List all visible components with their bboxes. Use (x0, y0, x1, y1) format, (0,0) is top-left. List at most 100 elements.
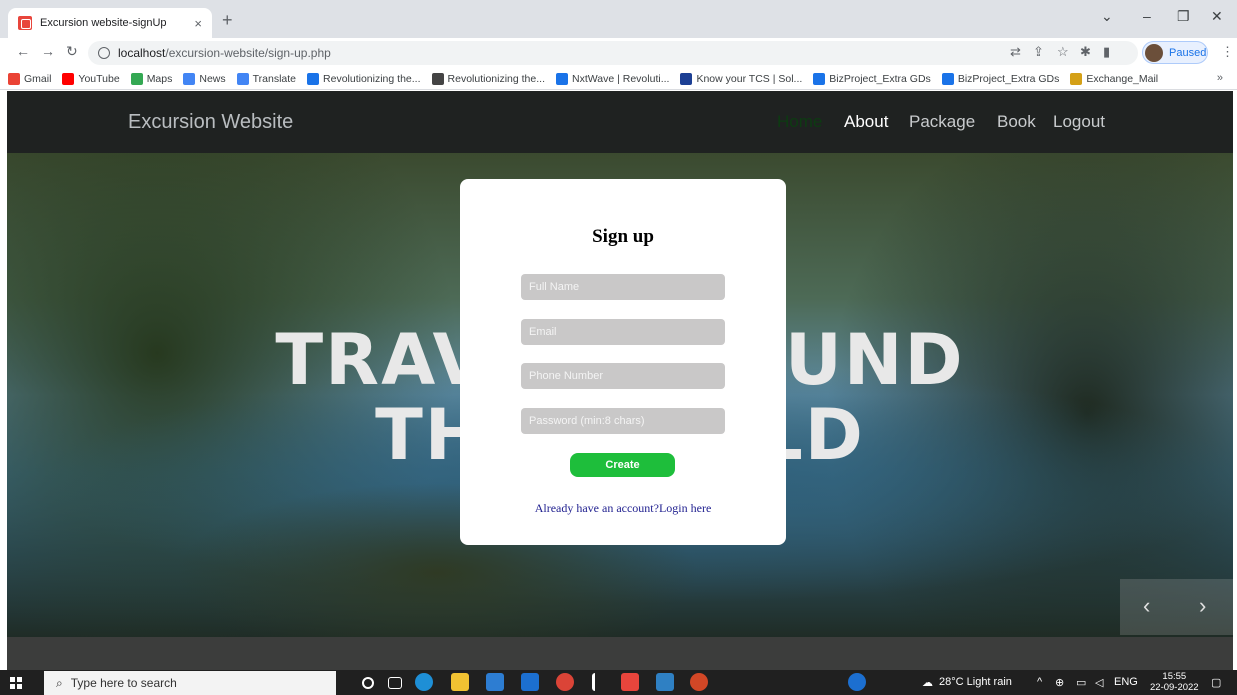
bookmark-item[interactable]: Exchange_Mail (1070, 72, 1158, 85)
bookmark-label: NxtWave | Revoluti... (572, 72, 670, 85)
bookmark-label: Maps (146, 72, 173, 85)
bookmark-favicon-icon (556, 72, 568, 85)
address-bar[interactable]: localhost /excursion-website/sign-up.php (88, 41, 1138, 65)
clock[interactable]: 15:55 22-09-2022 (1150, 671, 1199, 693)
cortana-icon[interactable] (362, 677, 374, 689)
bookmark-favicon-icon (941, 72, 954, 85)
bookmark-label: Revolutionizing the... (323, 72, 421, 85)
nav-about[interactable]: About (844, 112, 888, 132)
browser-menu-icon[interactable]: ⋮ (1221, 44, 1234, 60)
file-explorer-icon[interactable] (451, 673, 469, 691)
bookmark-item[interactable]: Know your TCS | Sol... (680, 72, 803, 85)
tab-title: Excursion website-signUp (40, 17, 167, 29)
weather-text[interactable]: 28°C Light rain (939, 676, 1012, 688)
nav-home[interactable]: Home (777, 112, 822, 132)
new-tab-button[interactable]: + (222, 10, 233, 31)
mail-icon[interactable] (521, 673, 539, 691)
profile-paused-button[interactable]: Paused (1142, 41, 1208, 64)
tab-excursion-signup[interactable]: Excursion website-signUp × (8, 8, 212, 38)
windows-taskbar: ⌕ Type here to search ☁ 28°C Light rain … (0, 670, 1237, 695)
bookmark-item[interactable]: YouTube (62, 72, 120, 85)
xampp-icon[interactable] (621, 673, 639, 691)
email-input[interactable] (521, 319, 725, 345)
bookmark-favicon-icon (236, 72, 249, 85)
bookmark-favicon-icon (8, 72, 20, 85)
nav-book[interactable]: Book (997, 112, 1036, 132)
restore-icon[interactable]: ❐ (1177, 8, 1190, 25)
bookmark-favicon-icon (680, 72, 693, 85)
bookmark-item[interactable]: News (183, 72, 226, 85)
bookmark-favicon-icon (1070, 72, 1083, 85)
bookmark-star-icon[interactable]: ☆ (1057, 44, 1069, 60)
edge-icon[interactable] (415, 673, 433, 691)
bookmark-label: BizProject_Extra GDs (829, 72, 931, 85)
task-view-icon[interactable] (388, 677, 402, 689)
vscode-icon[interactable] (656, 673, 674, 691)
bookmark-item[interactable]: Gmail (8, 72, 51, 85)
extensions-icon[interactable]: ✱ (1080, 44, 1091, 60)
bookmark-favicon-icon (62, 72, 75, 85)
battery-icon[interactable]: ▭ (1076, 676, 1086, 689)
bookmark-label: YouTube (78, 72, 120, 85)
full-name-input[interactable] (521, 274, 725, 300)
share-icon[interactable]: ⇪ (1033, 44, 1044, 60)
bookmark-favicon-icon (431, 72, 444, 85)
phone-number-input[interactable] (521, 363, 725, 389)
windows-start-icon[interactable] (10, 677, 22, 689)
help-icon[interactable] (848, 673, 866, 691)
store-icon[interactable] (486, 673, 504, 691)
back-icon[interactable]: ← (16, 43, 30, 59)
bookmark-item[interactable]: BizProject_Extra GDs (813, 72, 931, 85)
nav-package[interactable]: Package (909, 112, 975, 132)
search-icon: ⌕ (56, 675, 63, 690)
create-button[interactable]: Create (570, 453, 675, 477)
sublime-icon[interactable] (592, 673, 600, 691)
weather-icon[interactable]: ☁ (922, 676, 933, 689)
bookmark-item[interactable]: NxtWave | Revoluti... (556, 72, 670, 85)
translate-icon[interactable]: ⇄ (1010, 44, 1021, 60)
chrome-icon[interactable] (556, 673, 574, 691)
volume-icon[interactable]: ◁ (1095, 676, 1103, 689)
site-brand[interactable]: Excursion Website (128, 111, 293, 134)
xampp-favicon-icon (18, 16, 32, 30)
url-host: localhost (118, 46, 166, 60)
tab-close-icon[interactable]: × (194, 16, 202, 31)
bookmark-label: Know your TCS | Sol... (696, 72, 803, 85)
slider-prev-icon[interactable]: ‹ (1143, 593, 1150, 619)
url-path: /excursion-website/sign-up.php (165, 46, 331, 60)
notifications-icon[interactable]: ▢ (1211, 676, 1221, 689)
bookmark-item[interactable]: Revolutionizing the... (431, 72, 545, 85)
bookmark-item[interactable]: Translate (236, 72, 296, 85)
reload-icon[interactable]: ↻ (66, 43, 78, 60)
tab-search-icon[interactable]: ⌄ (1101, 8, 1113, 25)
side-panel-icon[interactable]: ▮ (1103, 44, 1110, 60)
taskbar-search-placeholder: Type here to search (70, 676, 177, 690)
minimize-icon[interactable]: – (1143, 8, 1151, 24)
bookmark-label: BizProject_Extra GDs (957, 72, 1060, 85)
profile-status: Paused (1169, 46, 1207, 59)
language-indicator[interactable]: ENG (1114, 676, 1138, 688)
powerpoint-icon[interactable] (690, 673, 708, 691)
clock-time: 15:55 (1162, 671, 1187, 682)
bookmark-item[interactable]: Maps (130, 72, 173, 85)
password-input[interactable] (521, 408, 725, 434)
tray-overflow-icon[interactable]: ^ (1037, 676, 1042, 688)
site-info-icon[interactable] (98, 47, 110, 59)
slider-next-icon[interactable]: › (1199, 593, 1206, 619)
window-close-icon[interactable]: ✕ (1211, 8, 1223, 25)
bookmarks-overflow-icon[interactable]: » (1217, 72, 1223, 84)
signup-modal: Sign up Create Already have an account?L… (460, 179, 786, 545)
website-viewport: Excursion Website Home About Package Boo… (7, 91, 1233, 670)
browser-tab-strip: Excursion website-signUp × + ⌄ – ❐ ✕ (0, 0, 1237, 38)
site-header: Excursion Website Home About Package Boo… (7, 91, 1233, 153)
forward-icon[interactable]: → (41, 43, 55, 59)
login-link[interactable]: Already have an account?Login here (460, 501, 786, 516)
avatar (1145, 43, 1163, 62)
taskbar-search-box[interactable]: ⌕ Type here to search (44, 671, 336, 695)
nav-logout[interactable]: Logout (1053, 112, 1105, 132)
signup-title: Sign up (592, 226, 654, 247)
bookmark-item[interactable]: BizProject_Extra GDs (941, 72, 1060, 85)
bookmark-label: Revolutionizing the... (447, 72, 545, 85)
network-icon[interactable]: ⊕ (1055, 676, 1064, 689)
bookmark-item[interactable]: Revolutionizing the... (307, 72, 421, 85)
